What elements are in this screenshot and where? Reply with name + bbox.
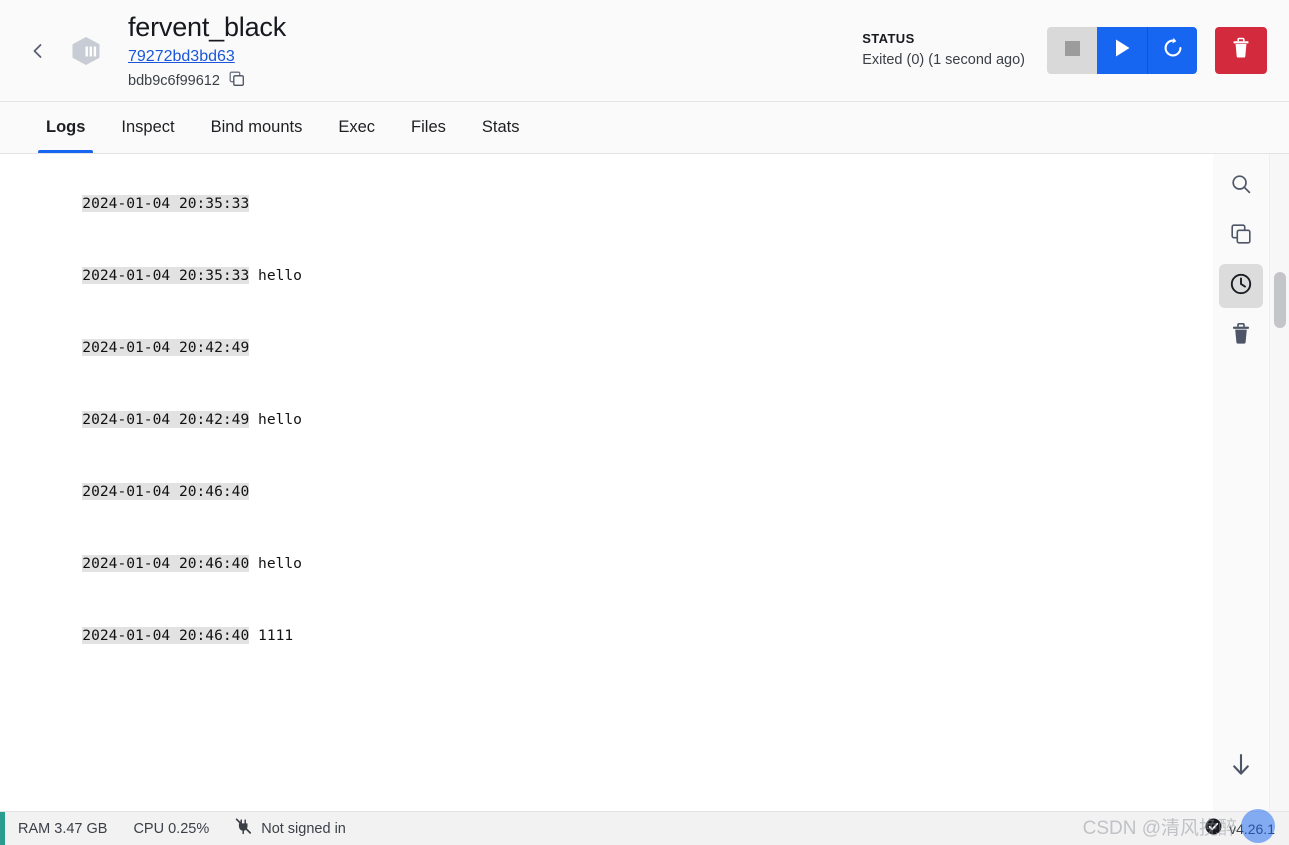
- status-label: STATUS: [862, 31, 915, 46]
- log-line: 2024-01-04 20:46:40 1111: [12, 600, 1269, 672]
- tab-logs[interactable]: Logs: [28, 102, 103, 153]
- header-actions: STATUS Exited (0) (1 second ago): [862, 27, 1267, 74]
- tab-bar: Logs Inspect Bind mounts Exec Files Stat…: [0, 102, 1289, 154]
- log-toolbar: [1213, 154, 1269, 811]
- copy-logs-button[interactable]: [1219, 214, 1263, 258]
- play-triangle-icon: [1113, 38, 1132, 63]
- container-header: fervent_black 79272bd3bd63 bdb9c6f99612 …: [0, 0, 1289, 102]
- stop-square-icon: [1064, 40, 1081, 62]
- chevron-left-icon: [28, 41, 48, 61]
- sign-in-status[interactable]: Not signed in: [235, 818, 346, 839]
- log-line: 2024-01-04 20:42:49 hello: [12, 384, 1269, 456]
- clear-logs-button[interactable]: [1219, 314, 1263, 358]
- tab-exec[interactable]: Exec: [320, 102, 393, 153]
- tab-stats[interactable]: Stats: [464, 102, 538, 153]
- start-button[interactable]: [1097, 27, 1147, 74]
- log-timestamp: 2024-01-04 20:46:40: [82, 555, 250, 572]
- status-value: Exited (0) (1 second ago): [862, 52, 1025, 68]
- restart-button[interactable]: [1147, 27, 1197, 74]
- log-timestamp: 2024-01-04 20:46:40: [82, 483, 250, 500]
- container-title-block: fervent_black 79272bd3bd63 bdb9c6f99612: [128, 11, 286, 91]
- log-message: hello: [258, 267, 302, 284]
- container-name: fervent_black: [128, 11, 286, 42]
- version-block[interactable]: v4.26.1: [1205, 818, 1289, 839]
- search-icon: [1230, 173, 1252, 200]
- log-message: hello: [258, 555, 302, 572]
- trash-icon: [1230, 322, 1252, 350]
- tab-files[interactable]: Files: [393, 102, 464, 153]
- ram-usage-label: RAM 3.47 GB: [18, 820, 108, 837]
- trash-icon: [1231, 37, 1251, 64]
- toggle-timestamps-button[interactable]: [1219, 264, 1263, 308]
- container-id: bdb9c6f99612: [128, 72, 220, 89]
- log-timestamp: 2024-01-04 20:35:33: [82, 267, 250, 284]
- copy-icon: [1230, 223, 1252, 250]
- back-button[interactable]: [18, 31, 58, 71]
- log-timestamp: 2024-01-04 20:42:49: [82, 339, 250, 356]
- log-output[interactable]: 2024-01-04 20:35:33 2024-01-04 20:35:33 …: [0, 154, 1269, 811]
- ram-usage: RAM 3.47 GB: [18, 821, 107, 837]
- plug-disconnected-icon: [235, 818, 252, 839]
- status-bar: RAM 3.47 GB CPU 0.25% Not signed in v4.2…: [0, 809, 1289, 845]
- log-message: 1111: [258, 627, 294, 644]
- log-scrollbar[interactable]: [1269, 154, 1289, 811]
- restart-circular-arrow-icon: [1162, 37, 1184, 64]
- logs-panel: 2024-01-04 20:35:33 2024-01-04 20:35:33 …: [0, 154, 1289, 812]
- log-line: 2024-01-04 20:35:33 hello: [12, 240, 1269, 312]
- container-action-group: [1047, 27, 1197, 74]
- log-line: 2024-01-04 20:46:40 hello: [12, 528, 1269, 600]
- clock-icon: [1229, 272, 1253, 301]
- log-line: 2024-01-04 20:42:49: [12, 312, 1269, 384]
- scroll-to-bottom-button[interactable]: [1219, 745, 1263, 789]
- log-message: hello: [258, 411, 302, 428]
- log-line: 2024-01-04 20:46:40: [12, 456, 1269, 528]
- copy-id-button[interactable]: [228, 71, 246, 92]
- sign-in-label: Not signed in: [261, 820, 346, 837]
- delete-button[interactable]: [1215, 27, 1267, 74]
- container-id-row: bdb9c6f99612: [128, 71, 286, 92]
- image-link[interactable]: 79272bd3bd63: [128, 46, 235, 68]
- log-timestamp: 2024-01-04 20:42:49: [82, 411, 250, 428]
- tab-bind-mounts[interactable]: Bind mounts: [193, 102, 321, 153]
- log-scrollbar-thumb[interactable]: [1274, 272, 1286, 328]
- tab-inspect[interactable]: Inspect: [103, 102, 192, 153]
- copy-icon: [229, 71, 245, 92]
- log-timestamp: 2024-01-04 20:46:40: [82, 627, 250, 644]
- search-logs-button[interactable]: [1219, 164, 1263, 208]
- cpu-usage-label: CPU 0.25%: [133, 820, 210, 837]
- version-label: v4.26.1: [1229, 820, 1275, 837]
- arrow-down-icon: [1229, 752, 1253, 783]
- stop-button[interactable]: [1047, 27, 1097, 74]
- status-block: STATUS Exited (0) (1 second ago): [862, 30, 1025, 71]
- container-box-icon: [64, 29, 108, 73]
- check-circle-icon: [1205, 818, 1222, 839]
- docker-desktop-container-view: fervent_black 79272bd3bd63 bdb9c6f99612 …: [0, 0, 1289, 845]
- log-line: 2024-01-04 20:35:33: [12, 168, 1269, 240]
- log-timestamp: 2024-01-04 20:35:33: [82, 195, 250, 212]
- cpu-usage: CPU 0.25%: [133, 821, 209, 837]
